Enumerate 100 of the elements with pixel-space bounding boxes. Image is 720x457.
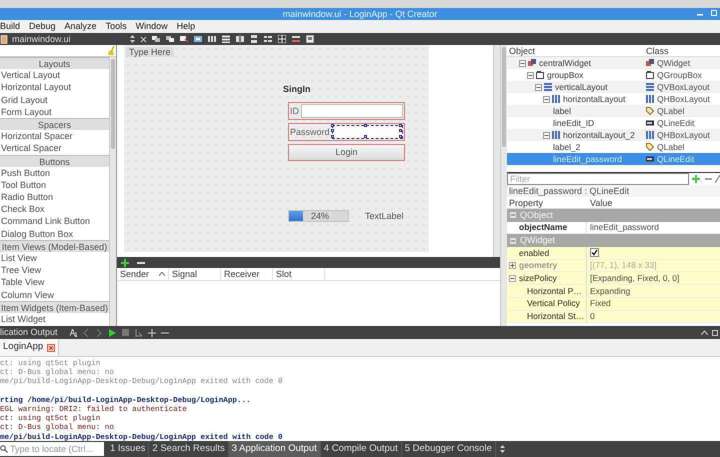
widget-item[interactable]: Radio Button xyxy=(0,191,109,204)
property-value[interactable]: [Expanding, Fixed, 0, 0] xyxy=(590,272,680,285)
tree-row[interactable]: horizontalLayout QHBoxLayout xyxy=(507,93,720,105)
widget-item[interactable]: Column View xyxy=(0,288,109,301)
property-value[interactable]: Fixed xyxy=(590,297,611,310)
add-icon[interactable] xyxy=(121,258,129,266)
property-row[interactable]: enabled xyxy=(507,247,720,260)
output-pane-tab[interactable]: 5 Debugger Console xyxy=(402,441,496,457)
column-header[interactable]: Slot xyxy=(273,268,325,280)
collapse-icon[interactable] xyxy=(519,60,526,67)
filter-icon[interactable] xyxy=(70,328,78,336)
widget-item[interactable]: Grid Layout xyxy=(0,94,109,106)
vertical-layout-icon[interactable] xyxy=(222,35,230,43)
category-header[interactable]: Item Widgets (Item-Based) xyxy=(0,300,109,313)
output-pane-tab[interactable]: 4 Compile Output xyxy=(320,441,402,457)
close-icon[interactable] xyxy=(47,344,56,352)
up-down-arrows-icon[interactable] xyxy=(130,35,135,43)
checkbox[interactable] xyxy=(590,248,599,258)
collapse-icon[interactable] xyxy=(509,274,516,282)
column-header[interactable]: Property xyxy=(507,197,587,208)
property-value[interactable]: Expanding xyxy=(590,284,630,298)
scroll-bar[interactable] xyxy=(109,57,116,326)
locate-field[interactable]: Type to locate (Ctrl... xyxy=(0,442,104,456)
menu-item[interactable]: Help xyxy=(176,21,200,32)
column-header[interactable]: Value xyxy=(587,197,612,208)
column-header[interactable]: Class xyxy=(646,45,669,56)
tab-order-icon[interactable] xyxy=(194,35,202,43)
collapse-icon[interactable] xyxy=(510,238,516,244)
column-header[interactable]: Receiver xyxy=(221,268,273,280)
zoom-in-icon[interactable] xyxy=(148,328,156,336)
collapse-panel-icon[interactable] xyxy=(701,330,708,335)
menu-item[interactable]: Window xyxy=(136,21,173,32)
splitter-horizontal-icon[interactable] xyxy=(236,35,244,43)
file-name[interactable]: mainwindow.ui xyxy=(12,34,130,44)
tree-row[interactable]: verticalLayout QVBoxLayout xyxy=(507,81,720,93)
property-row[interactable]: Vertical Policy Fixed xyxy=(507,298,720,310)
collapse-icon[interactable] xyxy=(543,96,550,103)
menu-item[interactable]: Tools xyxy=(106,21,132,32)
login-button[interactable]: Login xyxy=(288,144,405,161)
menu-item[interactable]: Debug xyxy=(29,21,61,32)
property-row[interactable]: Horizontal St… 0 xyxy=(507,310,720,324)
category-header[interactable]: Item Views (Model-Based) xyxy=(0,240,109,252)
tree-row[interactable]: label QLabel xyxy=(507,105,720,117)
property-row[interactable]: Horizontal P… Expanding xyxy=(507,285,720,298)
widget-item[interactable]: Dialog Button Box xyxy=(0,228,109,240)
category-header[interactable]: Spacers xyxy=(0,118,109,130)
scroll-bar[interactable] xyxy=(500,45,507,326)
filter-field[interactable]: Filter xyxy=(507,173,689,185)
widget-item[interactable]: List View xyxy=(0,252,109,264)
tree-row[interactable]: label_2 QLabel xyxy=(507,141,720,153)
column-header[interactable]: Signal xyxy=(169,268,221,280)
tree-row[interactable]: horizontalLayout_2 QHBoxLayout xyxy=(507,129,720,141)
property-row[interactable]: sizePolicy [Expanding, Fixed, 0, 0] xyxy=(507,272,720,286)
widget-item[interactable]: Command Link Button xyxy=(0,215,109,228)
horizontal-layout-icon[interactable] xyxy=(208,35,216,43)
wrench-icon[interactable] xyxy=(715,175,720,183)
menu-item[interactable]: Analyze xyxy=(64,21,102,32)
tree-row[interactable]: centralWidget QWidget xyxy=(507,57,720,69)
tree-row[interactable]: groupBox QGroupBox xyxy=(507,69,720,81)
collapse-icon[interactable] xyxy=(527,72,534,79)
widget-item[interactable]: Horizontal Spacer xyxy=(0,130,109,142)
collapse-icon[interactable] xyxy=(510,212,516,218)
output-tab[interactable]: LoginApp xyxy=(0,339,60,356)
resize-handle[interactable] xyxy=(364,124,368,127)
column-header[interactable]: Object xyxy=(507,45,646,56)
play-icon[interactable] xyxy=(109,328,117,336)
menu-item[interactable]: Build xyxy=(0,21,26,32)
widget-item[interactable]: Vertical Spacer xyxy=(0,142,109,154)
property-row[interactable]: objectName lineEdit_password xyxy=(507,222,720,234)
widget-item[interactable]: Check Box xyxy=(0,203,109,216)
collapse-icon[interactable] xyxy=(543,132,550,139)
widget-item[interactable]: List Widget xyxy=(0,312,109,326)
widget-item[interactable]: Vertical Layout xyxy=(0,69,109,82)
up-down-arrows-icon[interactable] xyxy=(500,445,505,453)
property-value[interactable]: 0 xyxy=(590,310,595,323)
resize-handle[interactable] xyxy=(364,135,368,138)
output-pane-tab[interactable]: 3 Application Output xyxy=(228,441,321,457)
line-edit[interactable] xyxy=(332,125,403,139)
form-layout-icon[interactable] xyxy=(264,35,272,43)
category-header[interactable]: Buttons xyxy=(0,154,109,167)
widget-item[interactable]: Horizontal Layout xyxy=(0,81,109,94)
widget-item[interactable]: Table View xyxy=(0,276,109,289)
adjust-size-icon[interactable] xyxy=(306,35,314,43)
maximize-icon[interactable] xyxy=(712,330,718,336)
break-layout-icon[interactable] xyxy=(292,35,300,43)
widget-item[interactable]: Push Button xyxy=(0,166,109,179)
column-header[interactable]: Sender xyxy=(117,268,169,280)
close-icon[interactable] xyxy=(140,36,147,42)
scroll-bar[interactable] xyxy=(493,45,500,257)
widget-item[interactable]: Tool Button xyxy=(0,178,109,192)
collapse-icon[interactable] xyxy=(535,84,542,91)
property-value[interactable]: lineEdit_password xyxy=(590,221,659,234)
widget-item[interactable]: Tree View xyxy=(0,264,109,276)
signal-edit-icon[interactable] xyxy=(180,35,188,43)
grid-layout-icon[interactable] xyxy=(278,35,286,43)
widget-item[interactable]: Form Layout xyxy=(0,106,109,118)
category-header[interactable]: Layouts xyxy=(0,57,109,70)
splitter-vertical-icon[interactable] xyxy=(250,35,258,43)
output-pane-tab[interactable]: 1 Issues xyxy=(107,441,150,457)
menu-placeholder[interactable]: Type Here xyxy=(126,47,174,58)
